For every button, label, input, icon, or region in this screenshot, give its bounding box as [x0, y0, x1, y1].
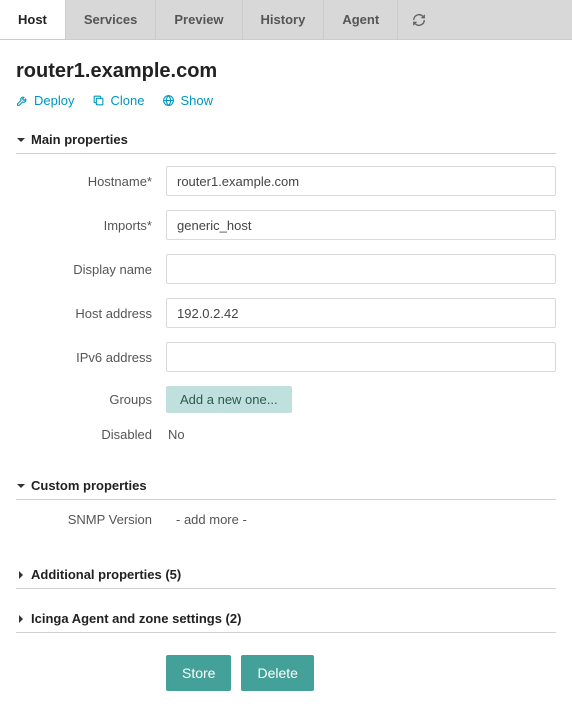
host-address-input[interactable] — [166, 298, 556, 328]
snmp-version-label: SNMP Version — [16, 512, 166, 527]
tab-bar: Host Services Preview History Agent — [0, 0, 572, 40]
hostname-label: Hostname* — [16, 174, 166, 189]
tab-host[interactable]: Host — [0, 0, 66, 39]
tab-agent[interactable]: Agent — [324, 0, 398, 39]
caret-down-icon — [16, 481, 26, 491]
section-custom-properties[interactable]: Custom properties — [16, 472, 556, 500]
imports-input[interactable] — [166, 210, 556, 240]
tab-preview[interactable]: Preview — [156, 0, 242, 39]
action-bar: Deploy Clone Show — [16, 93, 556, 108]
clone-label: Clone — [110, 93, 144, 108]
deploy-action[interactable]: Deploy — [16, 93, 74, 108]
section-main-title: Main properties — [31, 132, 128, 147]
ipv6-address-label: IPv6 address — [16, 350, 166, 365]
tab-history[interactable]: History — [243, 0, 325, 39]
page-title: router1.example.com — [16, 60, 556, 83]
refresh-icon — [412, 13, 426, 27]
display-name-input[interactable] — [166, 254, 556, 284]
disabled-label: Disabled — [16, 427, 166, 442]
host-address-label: Host address — [16, 306, 166, 321]
imports-label: Imports* — [16, 218, 166, 233]
deploy-label: Deploy — [34, 93, 74, 108]
caret-down-icon — [16, 135, 26, 145]
custom-properties-form: SNMP Version - add more - — [16, 500, 556, 545]
ipv6-address-input[interactable] — [166, 342, 556, 372]
globe-icon — [162, 94, 175, 107]
tab-services[interactable]: Services — [66, 0, 157, 39]
disabled-value[interactable]: No — [166, 427, 185, 442]
section-additional-properties[interactable]: Additional properties (5) — [16, 561, 556, 589]
show-label: Show — [180, 93, 213, 108]
section-main-properties[interactable]: Main properties — [16, 126, 556, 154]
store-button[interactable]: Store — [166, 655, 231, 691]
section-custom-title: Custom properties — [31, 478, 147, 493]
refresh-button[interactable] — [398, 0, 440, 39]
wrench-icon — [16, 94, 29, 107]
footer-buttons: Store Delete — [166, 655, 556, 691]
snmp-version-select[interactable]: - add more - — [166, 512, 247, 527]
clone-action[interactable]: Clone — [92, 93, 144, 108]
show-action[interactable]: Show — [162, 93, 213, 108]
hostname-input[interactable] — [166, 166, 556, 196]
main-properties-form: Hostname* Imports* Display name Host add… — [16, 154, 556, 460]
caret-right-icon — [16, 570, 26, 580]
caret-right-icon — [16, 614, 26, 624]
groups-add-chip[interactable]: Add a new one... — [166, 386, 292, 413]
display-name-label: Display name — [16, 262, 166, 277]
delete-button[interactable]: Delete — [241, 655, 313, 691]
clone-icon — [92, 94, 105, 107]
section-agent-zone[interactable]: Icinga Agent and zone settings (2) — [16, 605, 556, 633]
groups-label: Groups — [16, 392, 166, 407]
section-additional-title: Additional properties (5) — [31, 567, 181, 582]
